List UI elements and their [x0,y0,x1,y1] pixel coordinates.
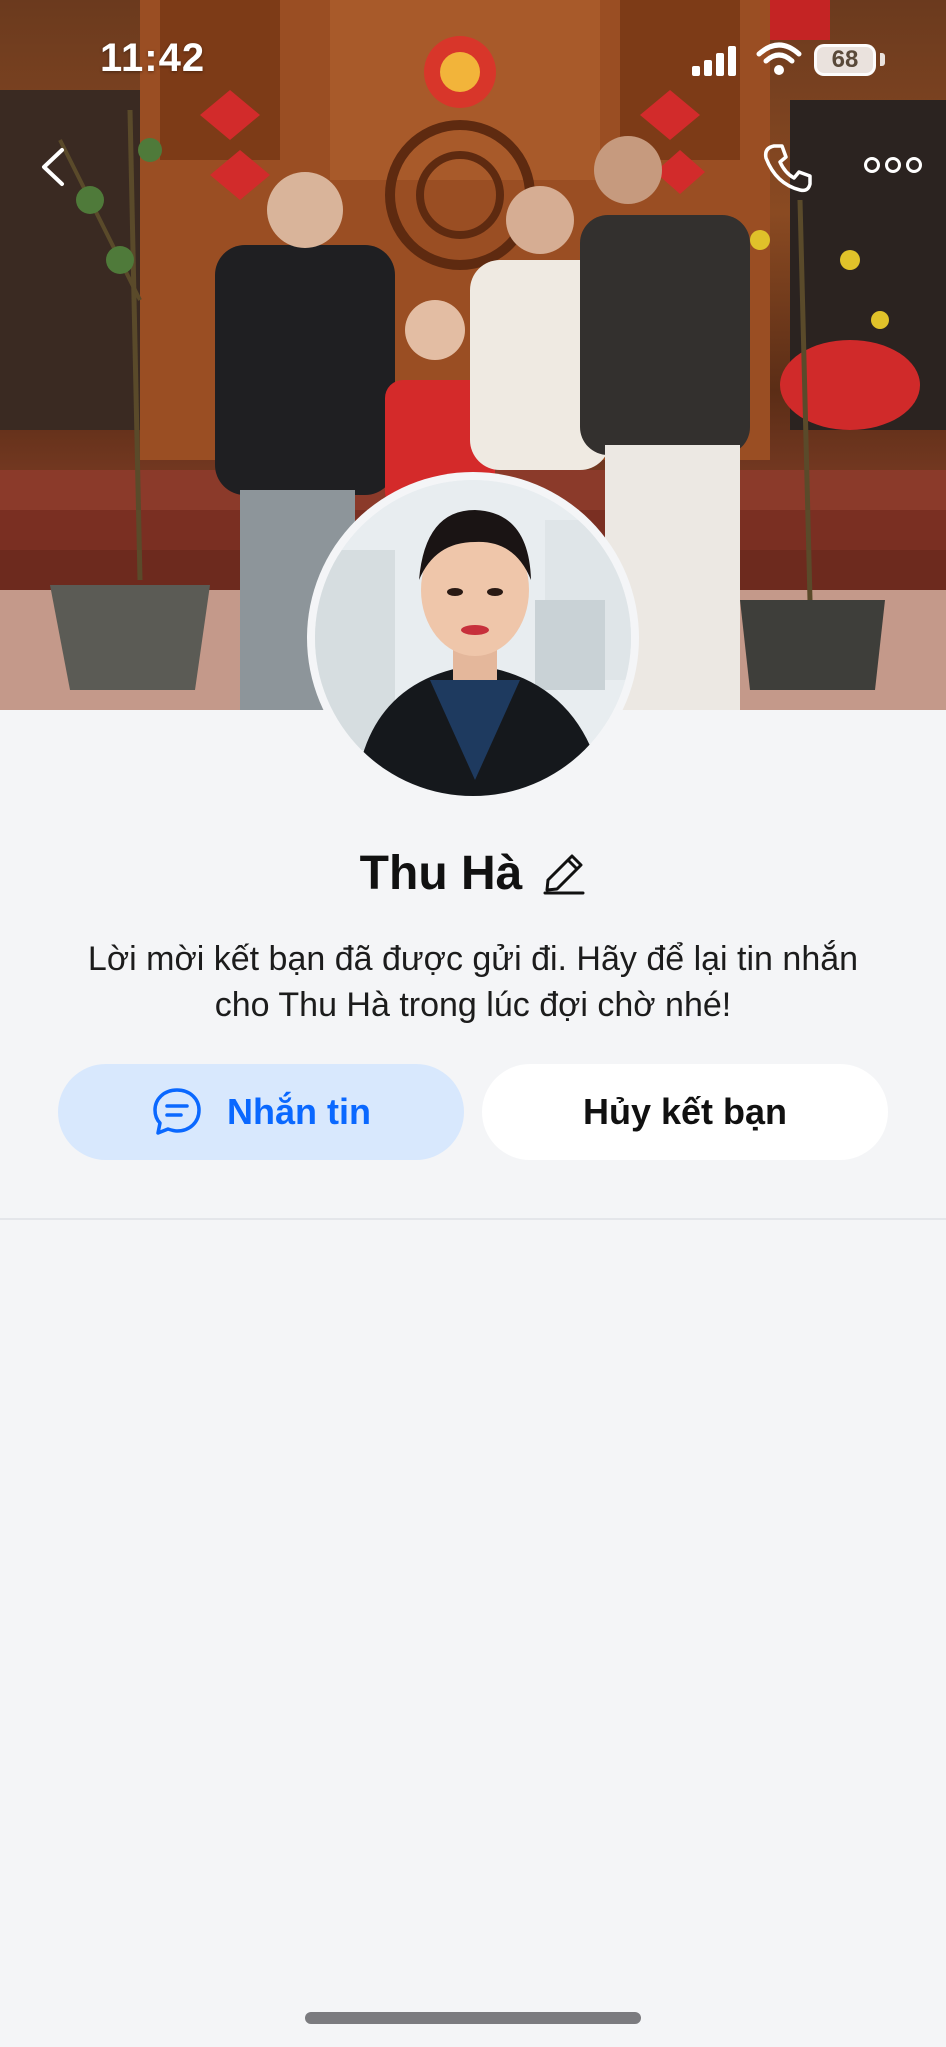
status-time: 11:42 [100,36,206,80]
battery-icon: 68 [814,44,876,76]
battery-level: 68 [831,46,859,73]
home-indicator[interactable] [305,2012,641,2024]
phone-icon [763,144,812,193]
avatar-ring [307,472,639,804]
avatar-illustration [315,480,631,796]
chat-icon [153,1088,201,1135]
divider [0,1218,946,1220]
status-bar: 11:42 68 [0,0,946,120]
battery-nub [880,53,885,66]
edit-icon[interactable] [542,851,586,895]
friend-request-message: Lời mời kết bạn đã được gửi đi. Hãy để l… [87,940,859,1024]
profile-name: Thu Hà [359,846,523,900]
cancel-friend-button-label: Hủy kết bạn [582,1091,788,1132]
more-button[interactable] [862,150,924,180]
back-button[interactable] [30,142,80,192]
profile-name-row: Thu Hà [0,840,946,906]
message-button-label: Nhắn tin [227,1091,371,1132]
message-button[interactable]: Nhắn tin [58,1064,464,1160]
wifi-icon [756,42,802,75]
chevron-left-icon [42,148,64,186]
more-icon [864,157,922,173]
avatar[interactable] [315,480,631,796]
call-button[interactable] [760,140,816,196]
signal-icon [692,46,736,76]
cancel-friend-button[interactable]: Hủy kết bạn [482,1064,888,1160]
